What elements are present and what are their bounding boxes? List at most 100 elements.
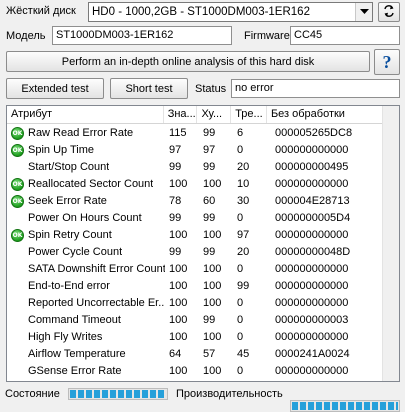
table-header: Атрибут Зна... Ху... Тре... Без обработк…: [7, 106, 382, 124]
attribute-worst: 99: [203, 212, 216, 224]
attribute-name: Reallocated Sector Count: [28, 178, 154, 190]
column-threshold[interactable]: Тре...: [231, 106, 267, 123]
attribute-name-cell: Power Cycle Count: [7, 244, 165, 261]
attribute-raw: 000000000000: [275, 331, 349, 343]
attribute-value: 100: [169, 178, 188, 190]
attribute-raw: 000000000000: [275, 297, 349, 309]
short-test-button[interactable]: Short test: [110, 78, 188, 99]
attribute-name-cell: OK Reallocated Sector Count: [7, 176, 165, 193]
attribute-name: Seek Error Rate: [28, 195, 107, 207]
attribute-worst: 100: [203, 229, 222, 241]
attribute-worst: 99: [203, 127, 216, 139]
drive-select-value: HD0 - 1000,2GB - ST1000DM003-1ER162: [92, 6, 310, 18]
attribute-raw: 000000000000: [275, 280, 349, 292]
attribute-value: 100: [169, 229, 188, 241]
attribute-raw: 00000000048D: [275, 246, 351, 258]
attribute-name-cell: OK Spin Up Time: [7, 142, 165, 159]
table-row[interactable]: Power Cycle Count 99 99 20 00000000048D: [7, 244, 382, 261]
table-row[interactable]: High Fly Writes 100 100 0 000000000000: [7, 329, 382, 346]
attribute-worst: 97: [203, 144, 216, 156]
attribute-name: Raw Read Error Rate: [28, 127, 134, 139]
column-raw[interactable]: Без обработки: [266, 106, 382, 123]
attribute-raw: 000000000000: [275, 365, 349, 377]
attribute-worst: 57: [203, 348, 216, 360]
attribute-threshold: 45: [237, 348, 250, 360]
attribute-threshold: 6: [237, 127, 244, 139]
column-worst[interactable]: Ху...: [197, 106, 232, 123]
attribute-value: 100: [169, 331, 188, 343]
attribute-threshold: 0: [237, 263, 244, 275]
table-row[interactable]: OK Spin Up Time 97 97 0 000000000000: [7, 142, 382, 159]
attribute-value: 100: [169, 263, 188, 275]
ok-status-icon: OK: [11, 229, 24, 242]
attribute-raw: 000000000000: [275, 229, 349, 241]
attribute-worst: 100: [203, 331, 222, 343]
attribute-name: Airflow Temperature: [28, 348, 126, 360]
attribute-worst: 100: [203, 365, 222, 377]
attribute-name-cell: Reported Uncorrectable Er...: [7, 295, 165, 312]
column-value[interactable]: Зна...: [163, 106, 198, 123]
ok-status-icon: OK: [11, 178, 24, 191]
attribute-name: High Fly Writes: [28, 331, 103, 343]
table-row[interactable]: End-to-End error 100 100 99 000000000000: [7, 278, 382, 295]
attribute-name: Command Timeout: [28, 314, 121, 326]
table-row[interactable]: OK Raw Read Error Rate 115 99 6 000005265DC8: [7, 125, 382, 142]
help-icon: ?: [382, 51, 392, 72]
attribute-raw: 000000000003: [275, 314, 349, 326]
attribute-value: 100: [169, 280, 188, 292]
attribute-value: 100: [169, 365, 188, 377]
firmware-label: Firmware: [244, 30, 290, 42]
attribute-value: 100: [169, 314, 188, 326]
drive-select[interactable]: HD0 - 1000,2GB - ST1000DM003-1ER162: [88, 2, 373, 22]
attribute-value: 97: [169, 144, 182, 156]
attribute-name-cell: Power On Hours Count: [7, 210, 165, 227]
attribute-name-cell: OK Raw Read Error Rate: [7, 125, 165, 142]
attribute-name: SATA Downshift Error Count: [28, 263, 165, 275]
attribute-raw: 000000000000: [275, 144, 349, 156]
performance-progress-bar: [290, 400, 400, 412]
chevron-down-icon[interactable]: [355, 3, 372, 21]
help-button[interactable]: ?: [374, 49, 400, 75]
drive-label: Жёсткий диск: [6, 5, 76, 17]
table-row[interactable]: Command Timeout 100 99 0 000000000003: [7, 312, 382, 329]
table-row[interactable]: OK Reallocated Sector Count 100 100 10 000000…: [7, 176, 382, 193]
attribute-name-cell: SATA Downshift Error Count: [7, 261, 165, 278]
column-attribute[interactable]: Атрибут: [7, 106, 164, 123]
attribute-name-cell: OK Seek Error Rate: [7, 193, 165, 210]
smart-attribute-table[interactable]: Атрибут Зна... Ху... Тре... Без обработк…: [6, 105, 400, 382]
table-row[interactable]: OK Spin Retry Count 100 100 97 000000000000: [7, 227, 382, 244]
attribute-value: 64: [169, 348, 182, 360]
attribute-name-cell: OK Spin Retry Count: [7, 227, 165, 244]
attribute-name: Power Cycle Count: [28, 246, 123, 258]
attribute-raw: 000005265DC8: [275, 127, 353, 139]
attribute-name-cell: End-to-End error: [7, 278, 165, 295]
table-row[interactable]: Airflow Temperature 64 57 45 0000241A0024: [7, 346, 382, 363]
attribute-name: Start/Stop Count: [28, 161, 110, 173]
table-row[interactable]: Start/Stop Count 99 99 20 000000000495: [7, 159, 382, 176]
refresh-button[interactable]: [378, 2, 400, 22]
table-row[interactable]: GSense Error Rate 100 100 0 000000000000: [7, 363, 382, 380]
attribute-name-cell: Command Timeout: [7, 312, 165, 329]
attribute-threshold: 20: [237, 161, 250, 173]
attribute-worst: 100: [203, 297, 222, 309]
firmware-field: CC45: [290, 26, 400, 45]
attribute-threshold: 0: [237, 144, 244, 156]
online-analysis-button[interactable]: Perform an in-depth online analysis of t…: [6, 51, 370, 72]
attribute-worst: 60: [203, 195, 216, 207]
attribute-worst: 99: [203, 246, 216, 258]
table-row[interactable]: OK Seek Error Rate 78 60 30 000004E28713: [7, 193, 382, 210]
table-row[interactable]: Reported Uncorrectable Er... 100 100 0 00000…: [7, 295, 382, 312]
attribute-raw: 000004E28713: [275, 195, 350, 207]
attribute-raw: 000000000000: [275, 263, 349, 275]
attribute-value: 115: [169, 127, 187, 139]
attribute-value: 99: [169, 246, 182, 258]
vertical-scrollbar[interactable]: [382, 106, 399, 381]
attribute-name: GSense Error Rate: [28, 365, 122, 377]
attribute-name: Power On Hours Count: [28, 212, 142, 224]
attribute-threshold: 10: [237, 178, 250, 190]
extended-test-button[interactable]: Extended test: [6, 78, 104, 99]
attribute-name-cell: Airflow Temperature: [7, 346, 165, 363]
table-row[interactable]: SATA Downshift Error Count 100 100 0 0000000…: [7, 261, 382, 278]
table-row[interactable]: Power On Hours Count 99 99 0 0000000005D4: [7, 210, 382, 227]
attribute-worst: 99: [203, 161, 216, 173]
